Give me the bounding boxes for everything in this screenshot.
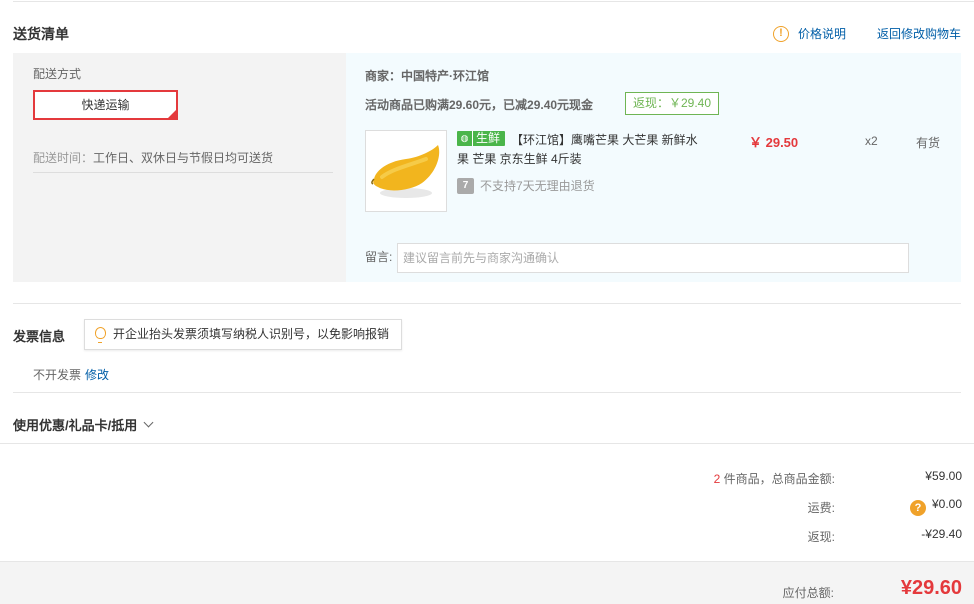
product-quantity: x2 [865, 134, 878, 148]
delivery-time-value: 工作日、双休日与节假日均可送货 [93, 151, 274, 165]
coupon-title: 使用优惠/礼品卡/抵用 [13, 418, 138, 433]
fish-icon: ◍ [457, 131, 473, 146]
merchant-name: 商家：中国特产·环江馆 [365, 69, 489, 83]
rebate-value: -¥29.40 [921, 527, 962, 541]
section-divider [13, 303, 961, 304]
total-amount: ¥29.60 [900, 577, 962, 599]
price-explain-link[interactable]: ! 价格说明 [773, 25, 846, 42]
promo-text: 活动商品已购满29.60元，已减29.40元现金 [365, 98, 594, 112]
total-label: 应付总额: [782, 586, 834, 600]
invoice-tip: 开企业抬头发票须填写纳税人识别号，以免影响报销 [84, 319, 403, 350]
back-to-cart-link[interactable]: 返回修改购物车 [877, 25, 961, 42]
goods-amount-value: ¥59.00 [925, 469, 962, 483]
product-price: ￥ 29.50 [749, 135, 799, 150]
invoice-value: 不开发票 修改 [33, 366, 109, 383]
warning-icon: ! [773, 25, 789, 42]
shipping-method-label: 配送方式 [33, 67, 82, 81]
product-stock: 有货 [916, 136, 941, 150]
freight-value: ? ¥0.00 [909, 497, 962, 516]
chevron-down-icon [143, 417, 154, 428]
invoice-tip-text: 开企业抬头发票须填写纳税人识别号，以免影响报销 [113, 327, 390, 341]
fresh-badge-label: 生鲜 [476, 131, 501, 145]
price-explain-label: 价格说明 [798, 27, 847, 41]
shop-panel: 商家：中国特产·环江馆 活动商品已购满29.60元，已减29.40元现金 返现：… [346, 53, 961, 282]
invoice-section-title: 发票信息 [13, 329, 66, 344]
rebate-tag: 返现：￥29.40 [625, 92, 720, 115]
summary-divider [0, 443, 974, 444]
freight-label: 运费: [807, 501, 835, 515]
delivery-time: 配送时间：工作日、双休日与节假日均可送货 [33, 149, 273, 166]
delivery-section-title: 送货清单 [13, 26, 69, 42]
total-bar: 应付总额: ¥29.60 [0, 561, 974, 604]
fresh-badge: ◍ 生鲜 [457, 131, 505, 146]
shipping-divider [33, 172, 333, 173]
shipping-option-label: 快递运输 [81, 98, 130, 112]
no-return-label: 不支持7天无理由退货 [480, 179, 595, 193]
coupon-toggle[interactable]: 使用优惠/礼品卡/抵用 [13, 415, 154, 434]
freight-amount: ¥0.00 [931, 497, 962, 511]
question-icon[interactable]: ? [909, 500, 926, 516]
mango-image [371, 145, 440, 198]
invoice-value-text: 不开发票 [33, 368, 82, 382]
shipping-panel: 配送方式 快递运输 ✓ 配送时间：工作日、双休日与节假日均可送货 [13, 53, 346, 282]
no-return-icon: 7 [457, 177, 474, 194]
shipping-option-express[interactable]: 快递运输 ✓ [33, 90, 178, 120]
goods-amount-label: 2 件商品，总商品金额: [0, 470, 835, 487]
no-return-notice: 7 不支持7天无理由退货 [457, 177, 595, 194]
lightbulb-icon [95, 327, 106, 343]
check-mark-icon: ✓ [169, 110, 175, 117]
section-divider [13, 392, 961, 393]
message-label: 留言: [365, 250, 393, 264]
rebate-label: 返现: [807, 530, 835, 544]
delivery-time-label: 配送时间： [33, 151, 94, 165]
top-divider [13, 1, 974, 2]
invoice-edit-link[interactable]: 修改 [85, 368, 109, 382]
product-thumbnail[interactable] [365, 130, 447, 212]
message-input[interactable] [397, 243, 909, 273]
item-count-label: 件商品，总商品金额: [720, 472, 835, 486]
